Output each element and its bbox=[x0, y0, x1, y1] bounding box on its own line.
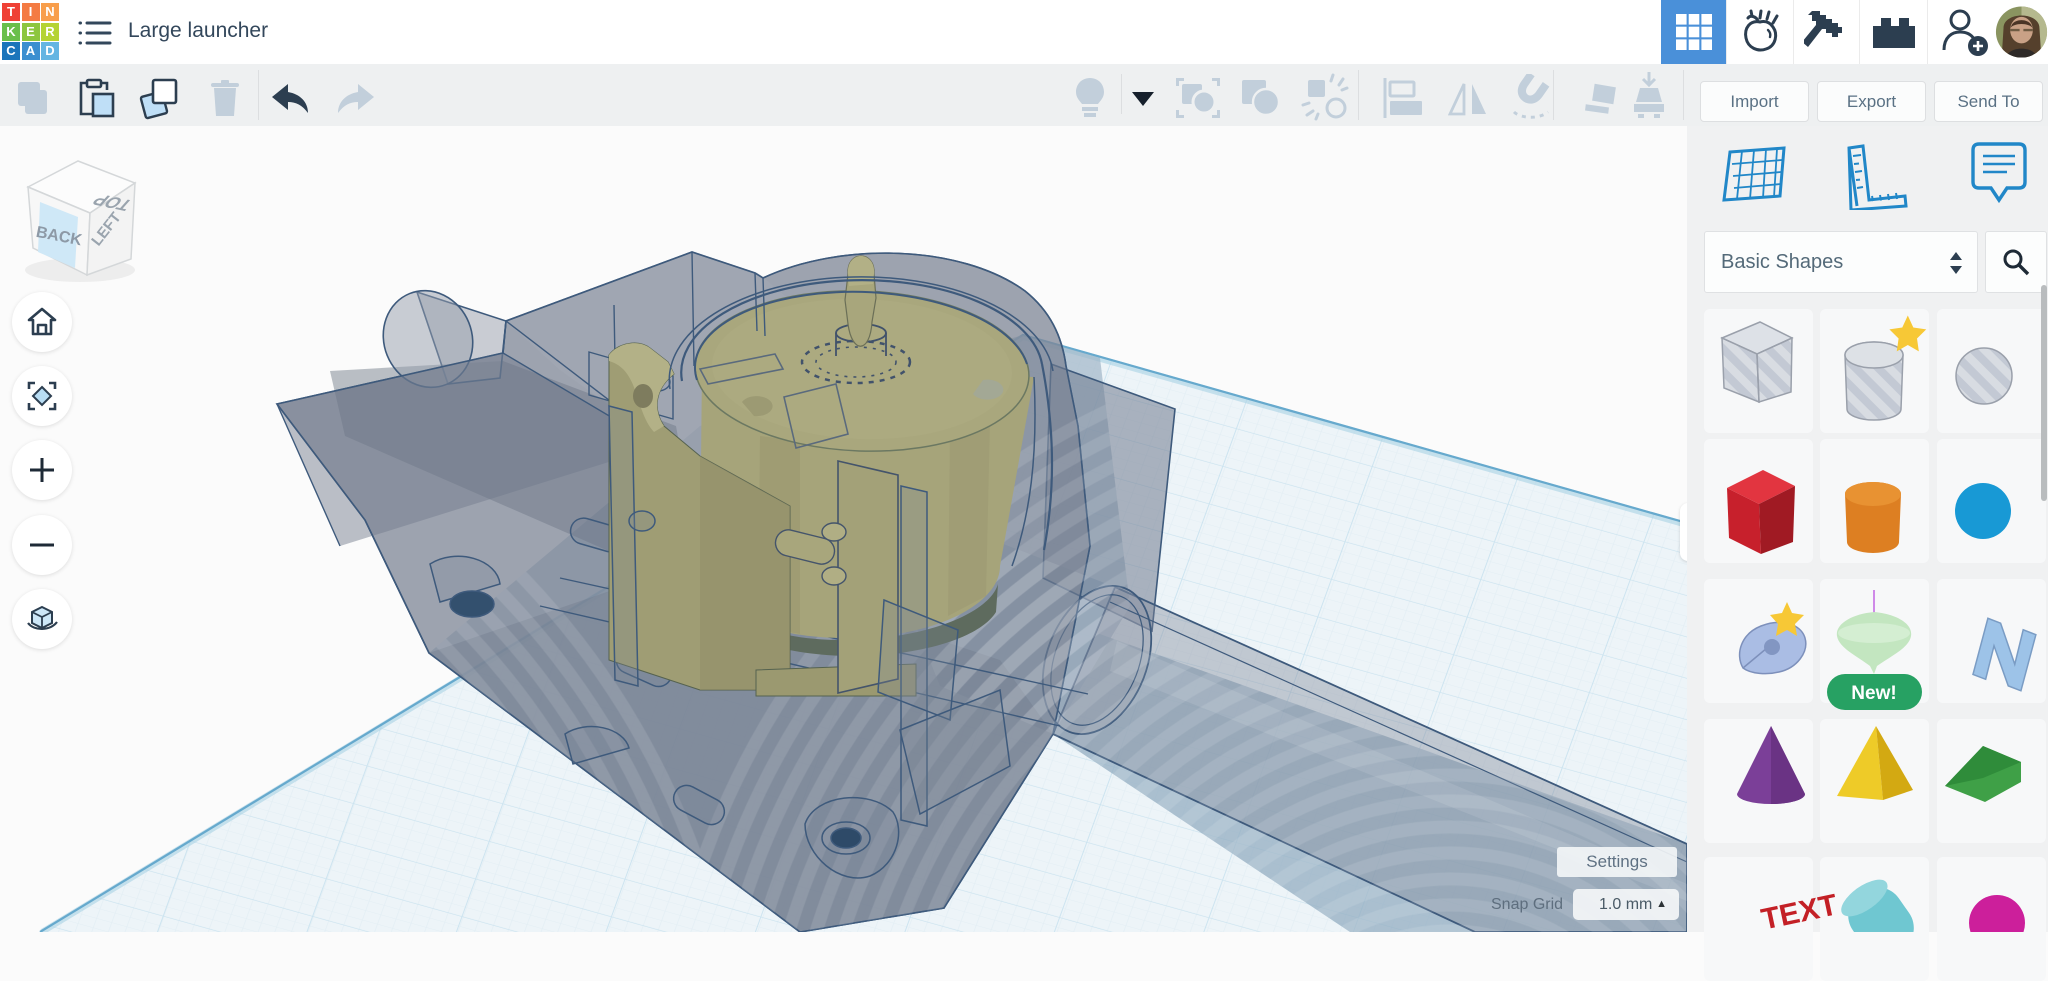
svg-text:TEXT: TEXT bbox=[1758, 888, 1840, 932]
svg-text:New!: New! bbox=[1851, 683, 1896, 704]
